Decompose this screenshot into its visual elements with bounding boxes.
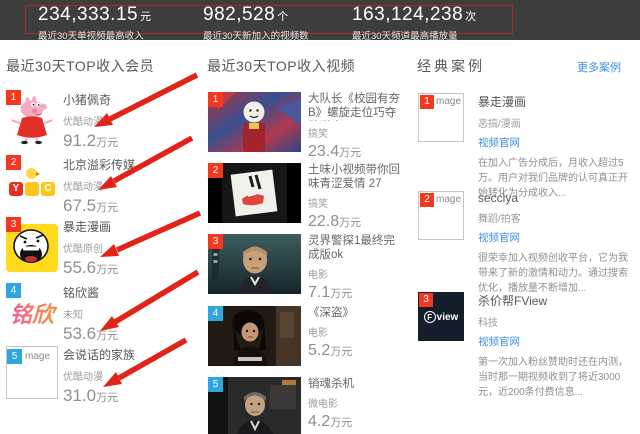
broken-image-alt: mage [436,96,461,107]
member-income: 31.0万元 [63,386,135,406]
member-income: 67.5万元 [63,196,135,216]
video-row-3[interactable]: 3 灵界警探1最终完成版ok 电影 7.1万元 [207,234,402,296]
video-row-2[interactable]: 2 土味小视频带你回味青涩爱情 27 搞笑 22.8万元 [207,163,402,225]
case-category: 科技 [478,314,635,329]
stat-value: 163,124,238 [352,4,463,25]
member-row-4[interactable]: 4 铭欣 铭欣酱 未知 53.6万元 [6,283,202,341]
rank-badge: 2 [420,193,434,207]
video-title: 土味小视频带你回味青涩爱情 27 [308,163,401,191]
official-site-link[interactable]: 视频官网 [478,135,635,150]
stat-unit: 个 [277,11,288,23]
rank-badge: 3 [419,293,433,307]
video-category: 搞笑 [308,195,401,210]
member-row-2[interactable]: 2 Y C 北京溢彩传媒 优酷动漫 67.5万元 [6,155,202,213]
member-income: 55.6万元 [63,258,118,278]
stat-unit: 元 [140,11,151,23]
rank-badge: 2 [6,155,21,170]
broken-image-alt: mage [25,351,50,362]
video-income: 4.2万元 [308,413,401,431]
member-category: 优酷动漫 [63,178,135,193]
stats-banner: 234,333.15元 最近30天单视频最高收入 982,528个 最近30天新… [0,0,640,40]
member-name: 北京溢彩传媒 [63,156,135,173]
video-row-1[interactable]: 1 大队长《校园有夯B》螺旋走位巧夺助学金... 搞笑 23.4万元 [207,92,402,154]
stat-value: 234,333.15 [38,4,138,25]
member-name: 会说话的家族 [63,346,135,363]
page: 234,333.15元 最近30天单视频最高收入 982,528个 最近30天新… [0,0,640,434]
case-description: 很荣幸加入视频创收平台，它为我带来了新的激情和动力。通过搜索优化，播放量不断增加… [478,251,635,296]
stat-caption: 最近30天单视频最高收入 [38,28,151,42]
rank-badge: 3 [208,234,223,249]
member-name: 铭欣酱 [63,284,118,301]
video-income: 22.8万元 [308,213,401,231]
member-name: 小猪佩奇 [63,91,118,108]
rank-badge: 3 [6,217,21,232]
video-title: 大队长《校园有夯B》螺旋走位巧夺助学金... [308,92,401,121]
member-category: 优酷动漫 [63,368,135,383]
video-income: 7.1万元 [308,284,401,302]
video-title: 《深盗》 [308,306,401,320]
video-title: 灵界警探1最终完成版ok [308,234,401,262]
stat-channel-plays: 163,124,238次 最近30天频道最高播放量 [352,4,476,42]
top-members-section: 最近30天TOP收入会员 1 [6,56,202,434]
video-category: 电影 [308,324,401,339]
case-name: secciya [478,191,635,205]
rank-badge: 2 [208,163,223,178]
member-row-3[interactable]: 3 暴走漫画 优酷原创 55.6万元 [6,217,202,275]
stat-unit: 次 [465,11,476,23]
stat-caption: 最近30天频道最高播放量 [352,28,476,42]
broken-image: 2 mage [418,191,464,240]
stat-value: 982,528 [203,4,275,25]
video-row-4[interactable]: 4 《深盗》 电影 5.2万元 [207,306,402,368]
stat-caption: 最近30天新加入的视频数 [203,28,309,42]
member-row-5[interactable]: mage 5 会说话的家族 优酷动漫 31.0万元 [6,343,202,401]
case-name: 暴走漫画 [478,93,635,110]
chick-icon [26,168,37,179]
rank-badge: 1 [208,92,223,107]
member-category: 未知 [63,306,118,321]
broken-image-alt: mage [436,194,461,205]
case-name: 杀价帮FView [478,292,635,309]
stat-top-video-income: 234,333.15元 最近30天单视频最高收入 [38,4,151,42]
member-income: 91.2万元 [63,131,118,151]
video-category: 搞笑 [308,125,401,140]
stat-new-videos: 982,528个 最近30天新加入的视频数 [203,4,309,42]
video-category: 微电影 [308,395,401,410]
rank-badge: 4 [6,283,21,298]
top-videos-section: 最近30天TOP收入视频 1 [207,56,402,434]
video-category: 电影 [308,266,401,281]
rank-badge: 4 [208,306,223,321]
member-category: 优酷原创 [63,240,118,255]
case-description: 第一次加入粉丝赞助时还在内测，当时那一期视频收到了将近3000元，近200条付费… [478,355,635,400]
case-category: 舞蹈/拍客 [478,210,635,225]
member-income: 53.6万元 [63,324,118,344]
section-title-videos: 最近30天TOP收入视频 [207,56,402,76]
rank-badge: 5 [208,377,223,392]
case-category: 恶搞/漫画 [478,115,635,130]
rank-badge: 1 [6,90,21,105]
video-income: 23.4万元 [308,143,401,161]
video-row-5[interactable]: 5 销魂杀机 微电影 4.2万元 [207,377,402,434]
official-site-link[interactable]: 视频官网 [478,334,635,349]
video-title: 销魂杀机 [308,377,401,391]
video-income: 5.2万元 [308,342,401,360]
official-site-link[interactable]: 视频官网 [478,230,635,245]
classic-cases-section: 经典案例 更多案例 1 mage 暴走漫画 恶搞/漫画 视频官网 在加入广告分成… [417,56,635,434]
more-cases-link[interactable]: 更多案例 [577,59,621,75]
broken-image: 1 mage [418,93,464,142]
member-category: 优酷动漫 [63,113,118,128]
member-name: 暴走漫画 [63,218,118,235]
section-title-members: 最近30天TOP收入会员 [6,56,202,76]
member-row-1[interactable]: 1 [6,90,202,148]
rank-badge: 1 [420,95,434,109]
fview-logo: 3 Fview [418,292,464,341]
rank-badge: 5 [7,349,22,364]
